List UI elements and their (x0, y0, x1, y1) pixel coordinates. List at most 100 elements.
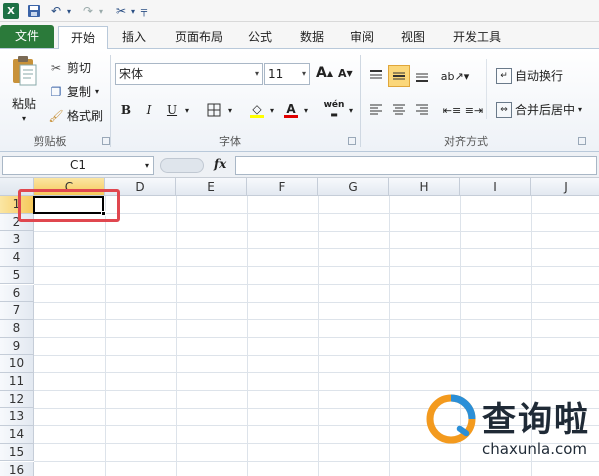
orientation-button[interactable]: ab↗▾ (441, 67, 469, 85)
redo-dropdown-icon[interactable]: ▾ (96, 3, 106, 19)
group-separator (110, 55, 111, 147)
scissors-icon: ✂ (50, 60, 62, 75)
align-right-button[interactable] (412, 101, 432, 119)
row-header-13[interactable]: 13 (0, 408, 34, 427)
font-color-swatch (284, 114, 298, 118)
align-top-icon (370, 70, 382, 79)
alignment-group-label: 对齐方式 (444, 135, 488, 148)
formula-bar-resize-handle[interactable] (160, 158, 204, 173)
font-launcher-icon[interactable] (348, 137, 356, 145)
align-bottom-button[interactable] (412, 67, 432, 85)
column-header-j[interactable]: J (531, 178, 599, 196)
name-box[interactable]: C1 ▾ (2, 156, 154, 175)
watermark-chinese-text: 查询啦 (482, 400, 590, 440)
name-box-value: C1 (69, 158, 86, 172)
tools-icon[interactable]: ✂ (112, 3, 130, 19)
font-name-select[interactable]: 宋体 ▾ (115, 63, 263, 85)
row-header-12[interactable]: 12 (0, 390, 34, 409)
row-header-7[interactable]: 7 (0, 302, 34, 320)
cut-button[interactable]: ✂ 剪切 (48, 59, 91, 76)
excel-app-icon[interactable]: X (3, 3, 19, 19)
insert-function-icon[interactable]: fx (214, 157, 226, 171)
row-header-9[interactable]: 9 (0, 337, 34, 356)
copy-button[interactable]: ❐ 复制 ▾ (48, 83, 99, 100)
grid-line (34, 372, 599, 374)
column-header-e[interactable]: E (176, 178, 247, 196)
row-header-4[interactable]: 4 (0, 249, 34, 267)
merge-center-button[interactable]: ⇔ 合并后居中 ▾ (496, 101, 582, 118)
watermark-url: chaxunla.com (482, 440, 587, 458)
fill-color-dropdown-icon[interactable]: ▾ (268, 101, 276, 119)
tab-formulas[interactable]: 公式 (240, 26, 280, 49)
grow-font-icon: A (316, 65, 327, 81)
font-color-button[interactable]: A (282, 101, 300, 119)
row-header-16[interactable]: 16 (0, 461, 34, 476)
row-header-10[interactable]: 10 (0, 355, 34, 373)
clipboard-launcher-icon[interactable] (102, 137, 110, 145)
merge-dropdown-icon[interactable]: ▾ (578, 105, 582, 114)
align-center-button[interactable] (389, 101, 409, 119)
italic-button[interactable]: I (141, 101, 157, 119)
wrap-text-label: 自动换行 (515, 69, 564, 83)
row-header-6[interactable]: 6 (0, 284, 34, 303)
borders-dropdown-icon[interactable]: ▾ (226, 101, 234, 119)
fill-color-button[interactable]: ◇ (248, 101, 266, 119)
align-bottom-icon (416, 73, 428, 82)
bold-button[interactable]: B (118, 101, 134, 119)
undo-dropdown-icon[interactable]: ▾ (64, 3, 74, 19)
tab-insert[interactable]: 插入 (112, 26, 156, 49)
underline-dropdown-icon[interactable]: ▾ (183, 101, 191, 119)
format-painter-button[interactable]: 🖌 格式刷 (48, 107, 103, 124)
tools-dropdown-icon[interactable]: ▾ (129, 3, 137, 19)
paste-button[interactable]: 粘贴 ▾ (6, 55, 42, 129)
align-left-icon (370, 104, 382, 115)
font-size-select[interactable]: 11 ▾ (264, 63, 310, 85)
align-right-icon (416, 104, 428, 115)
row-header-15[interactable]: 15 (0, 443, 34, 462)
row-header-5[interactable]: 5 (0, 266, 34, 285)
column-header-f[interactable]: F (247, 178, 318, 196)
row-header-3[interactable]: 3 (0, 231, 34, 250)
save-icon[interactable] (26, 3, 42, 19)
tab-view[interactable]: 视图 (393, 26, 433, 49)
merge-center-label: 合并后居中 (515, 103, 576, 117)
phonetic-button[interactable]: wén ▬ (322, 101, 346, 120)
wrap-text-button[interactable]: ↵ 自动换行 (496, 67, 563, 84)
name-box-dropdown-icon[interactable]: ▾ (145, 157, 149, 174)
alignment-launcher-icon[interactable] (578, 137, 586, 145)
tab-page-layout[interactable]: 页面布局 (166, 26, 232, 49)
increase-indent-button[interactable]: ≡⇥ (464, 101, 484, 119)
tab-data[interactable]: 数据 (292, 26, 332, 49)
underline-button[interactable]: U (164, 101, 180, 119)
row-header-11[interactable]: 11 (0, 373, 34, 391)
formula-input[interactable] (235, 156, 597, 175)
customize-toolbar-icon[interactable]: ╤ (139, 3, 149, 19)
watermark: 查询啦 chaxunla.com (424, 390, 596, 470)
paste-label: 粘贴 (11, 97, 36, 111)
row-header-8[interactable]: 8 (0, 319, 34, 338)
font-name-value: 宋体 (119, 67, 144, 81)
font-color-dropdown-icon[interactable]: ▾ (302, 101, 310, 119)
grid-line (34, 266, 599, 268)
tab-developer[interactable]: 开发工具 (446, 26, 508, 49)
column-header-i[interactable]: I (460, 178, 531, 196)
row-header-14[interactable]: 14 (0, 426, 34, 444)
column-header-g[interactable]: G (318, 178, 389, 196)
copy-dropdown-icon[interactable]: ▾ (95, 87, 99, 96)
align-middle-button[interactable] (388, 65, 410, 87)
phonetic-dropdown-icon[interactable]: ▾ (347, 101, 355, 119)
paste-dropdown-icon[interactable]: ▾ (22, 114, 26, 123)
shrink-font-button[interactable]: A ▼ (338, 67, 353, 80)
grow-font-button[interactable]: A ▲ (316, 65, 333, 81)
column-header-h[interactable]: H (389, 178, 460, 196)
redo-icon[interactable]: ↷ (80, 3, 96, 19)
cut-label: 剪切 (67, 61, 92, 75)
borders-button[interactable] (205, 101, 223, 119)
align-left-button[interactable] (366, 101, 386, 119)
tab-home[interactable]: 开始 (58, 26, 108, 50)
decrease-indent-button[interactable]: ⇤≡ (442, 101, 462, 119)
align-top-button[interactable] (366, 67, 386, 85)
tab-review[interactable]: 审阅 (342, 26, 382, 49)
tab-file[interactable]: 文件 (0, 25, 54, 48)
undo-icon[interactable]: ↶ (48, 3, 64, 19)
